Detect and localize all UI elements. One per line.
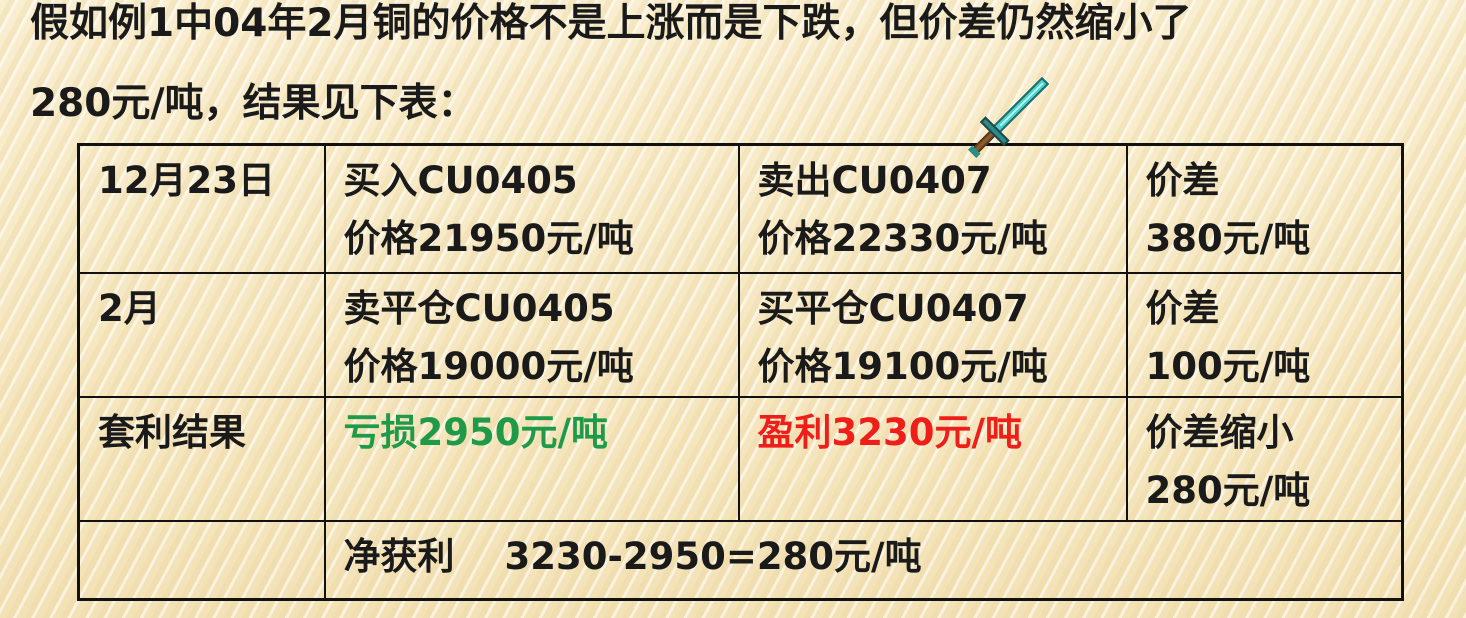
sell-action: 买平仓CU0407 — [757, 286, 1029, 330]
sell-price: 价格22330元/吨 — [757, 217, 1048, 260]
sell-action: 卖出CU0407 — [757, 159, 992, 202]
buy-cell: 卖平仓CU0405 价格19000元/吨 — [323, 271, 740, 399]
sell-cell: 买平仓CU0407 价格19100元/吨 — [737, 271, 1128, 399]
spread-label: 价差 — [1145, 286, 1220, 330]
spread-cell: 价差 380元/吨 — [1125, 143, 1404, 274]
diamond-sword-icon — [967, 76, 1050, 159]
table-row: 2月 卖平仓CU0405 价格19000元/吨 买平仓CU0407 价格1910… — [77, 271, 1404, 399]
result-label: 套利结果 — [98, 411, 246, 455]
empty-cell — [77, 520, 326, 601]
table-row-net: 净获利 3230-2950=280元/吨 — [77, 520, 1404, 601]
table-row: 12月23日 买入CU0405 价格21950元/吨 卖出CU0407 价格22… — [77, 143, 1404, 274]
date-cell: 12月23日 — [77, 143, 326, 274]
table-row-result: 套利结果 亏损2950元/吨 盈利3230元/吨 价差缩小 280元/吨 — [77, 396, 1404, 523]
net-profit-cell: 净获利 3230-2950=280元/吨 — [323, 520, 1404, 601]
net-profit-value: 3230-2950=280元/吨 — [504, 535, 922, 579]
spread-result-label: 价差缩小 — [1145, 411, 1294, 455]
date-cell: 2月 — [77, 271, 326, 399]
sell-cell: 卖出CU0407 价格22330元/吨 — [737, 143, 1128, 274]
result-label-cell: 套利结果 — [77, 396, 326, 523]
net-profit-label: 净获利 — [343, 535, 455, 579]
profit-value: 盈利3230元/吨 — [757, 411, 1023, 455]
buy-cell: 买入CU0405 价格21950元/吨 — [323, 143, 740, 274]
spread-result-value: 280元/吨 — [1145, 469, 1311, 513]
heading-line-1: 假如例1中04年2月铜的价格不是上涨而是下跌，但价差仍然缩小了 — [30, 1, 1192, 46]
buy-price: 价格21950元/吨 — [343, 217, 634, 260]
spread-value: 380元/吨 — [1145, 217, 1311, 260]
buy-price: 价格19000元/吨 — [343, 344, 634, 388]
sell-price: 价格19100元/吨 — [757, 344, 1048, 388]
buy-action: 买入CU0405 — [343, 159, 578, 202]
loss-value: 亏损2950元/吨 — [343, 411, 609, 455]
spread-result-cell: 价差缩小 280元/吨 — [1125, 396, 1404, 523]
spread-value: 100元/吨 — [1145, 344, 1311, 388]
arbitrage-table: 12月23日 买入CU0405 价格21950元/吨 卖出CU0407 价格22… — [77, 143, 1404, 601]
loss-cell: 亏损2950元/吨 — [323, 396, 740, 523]
date-label: 2月 — [98, 286, 161, 330]
buy-action: 卖平仓CU0405 — [343, 286, 615, 330]
profit-cell: 盈利3230元/吨 — [737, 396, 1128, 523]
heading-line-2: 280元/吨，结果见下表： — [30, 81, 477, 126]
spread-label: 价差 — [1145, 159, 1220, 202]
date-label: 12月23日 — [98, 159, 275, 202]
spread-cell: 价差 100元/吨 — [1125, 271, 1404, 399]
